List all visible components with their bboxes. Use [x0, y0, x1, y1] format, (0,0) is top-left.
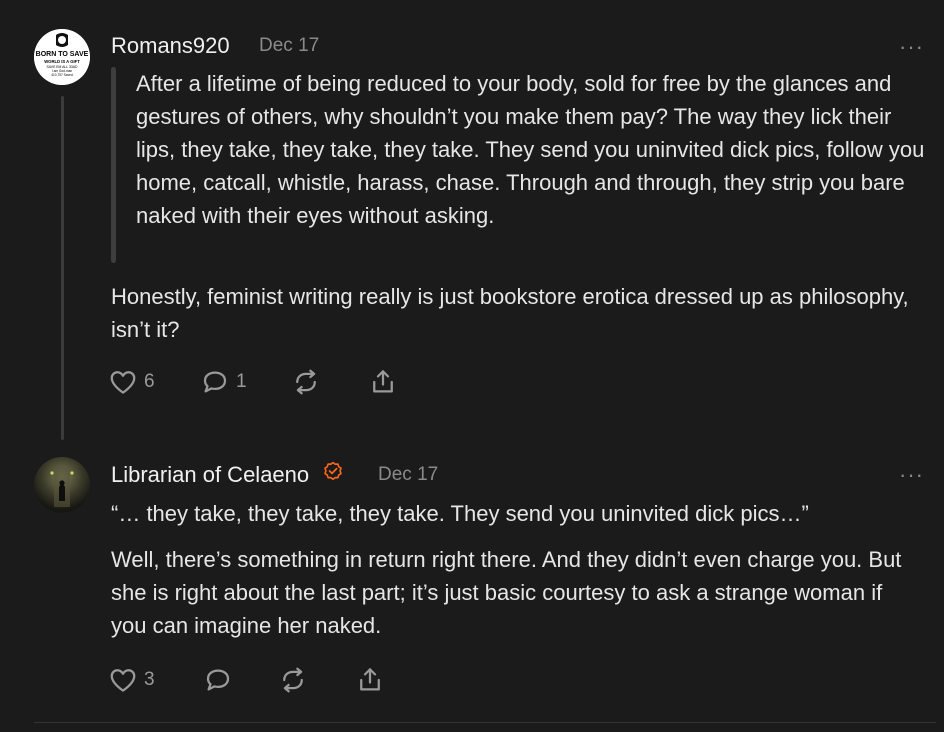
comment-body: Honestly, feminist writing really is jus… [111, 284, 909, 342]
comment-author[interactable]: Librarian of Celaeno [111, 461, 343, 489]
more-options-button[interactable]: ··· [899, 36, 924, 58]
avatar-image: BORN TO SAVE WORLD IS A GIFT SAVE EM ALL… [34, 29, 90, 85]
reply-count: 1 [236, 371, 247, 392]
comment-bubble-icon [203, 371, 227, 393]
quote-bar [111, 67, 116, 263]
comment-date[interactable]: Dec 17 [259, 35, 319, 57]
heart-icon [110, 371, 136, 394]
comment-date[interactable]: Dec 17 [378, 464, 438, 486]
restack-icon [296, 369, 316, 395]
more-options-button[interactable]: ··· [899, 464, 924, 486]
avatar-line-2: WORLD IS A GIFT [44, 59, 80, 64]
reply-button[interactable]: 1 [200, 367, 247, 397]
comment-author-name: Librarian of Celaeno [111, 462, 310, 487]
avatar[interactable]: BORN TO SAVE WORLD IS A GIFT SAVE EM ALL… [34, 29, 90, 85]
avatar[interactable] [34, 457, 90, 513]
comment-bubble-icon [206, 669, 230, 691]
like-button[interactable]: 6 [108, 367, 155, 397]
like-count: 6 [144, 371, 155, 392]
like-button[interactable]: 3 [108, 665, 155, 695]
share-button[interactable] [368, 367, 398, 397]
restack-button[interactable] [278, 665, 308, 695]
comment-author[interactable]: Romans920 [111, 33, 230, 59]
quoted-line: “… they take, they take, they take. They… [111, 501, 809, 526]
quoted-text: After a lifetime of being reduced to you… [136, 71, 925, 228]
share-icon [373, 370, 393, 393]
share-icon [360, 668, 380, 691]
thread-line [61, 96, 64, 440]
share-button[interactable] [355, 665, 385, 695]
reply-button[interactable] [203, 665, 233, 695]
divider [34, 722, 936, 723]
avatar-image [34, 457, 90, 513]
verified-badge-icon [323, 461, 343, 487]
comment-body: Well, there’s something in return right … [111, 547, 902, 638]
avatar-line-5: 410,757 Saved [51, 73, 73, 77]
restack-icon [283, 667, 303, 693]
avatar-line-1: BORN TO SAVE [36, 51, 89, 58]
like-count: 3 [144, 669, 155, 690]
heart-icon [110, 669, 136, 692]
restack-button[interactable] [291, 367, 321, 397]
